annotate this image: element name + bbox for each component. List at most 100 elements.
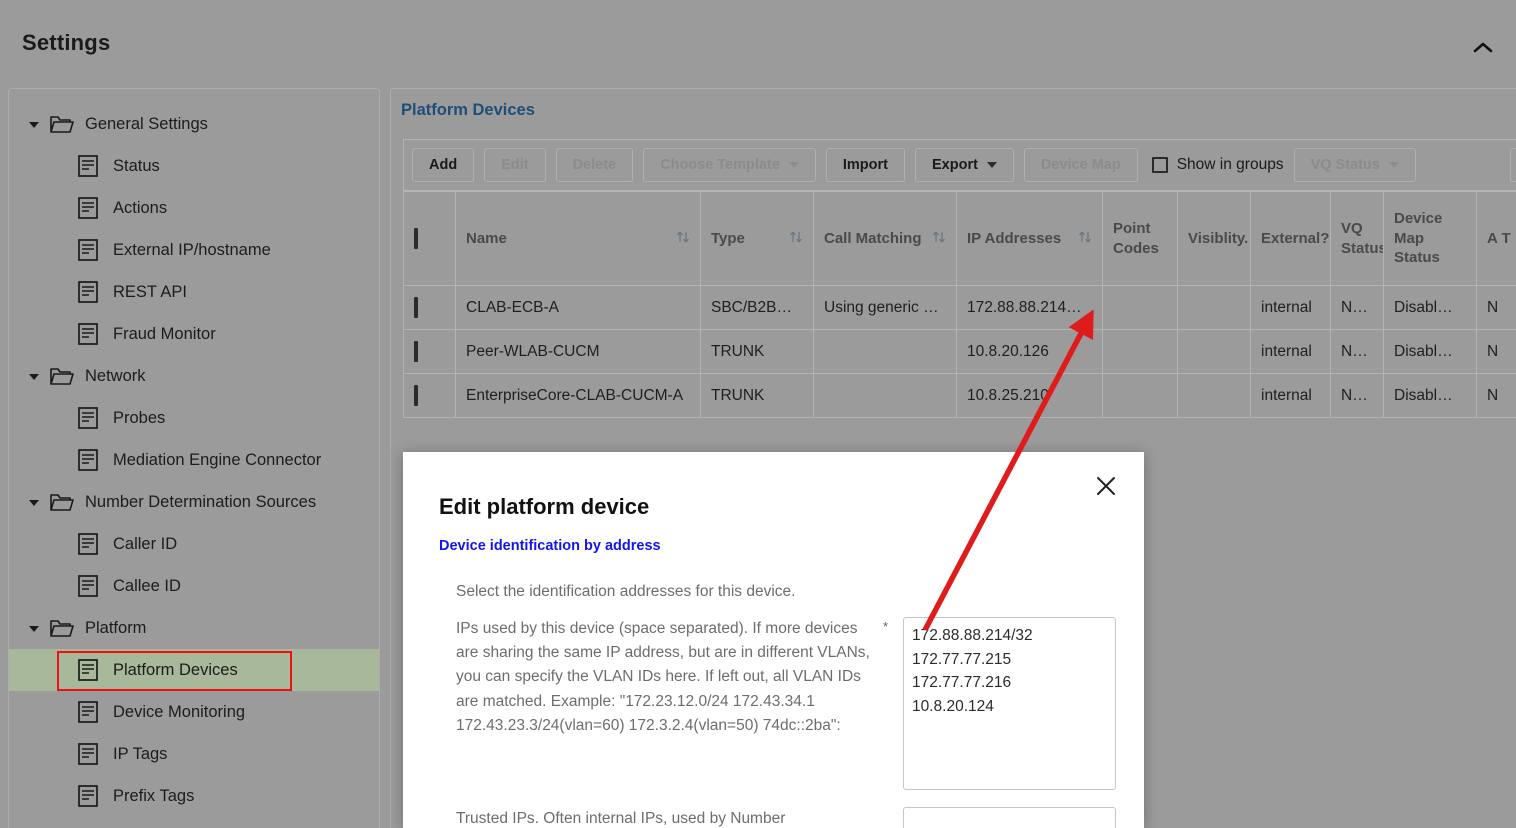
column-label: Call Matching — [824, 229, 922, 247]
sidebar-item-device-monitoring[interactable]: Device Monitoring — [9, 691, 379, 733]
edit-button[interactable]: Edit — [484, 148, 546, 182]
column-header-visiblity[interactable]: Visiblity. — [1177, 191, 1251, 286]
sidebar-item-prefix-tags[interactable]: Prefix Tags — [9, 775, 379, 817]
folder-icon — [49, 491, 75, 513]
trusted-ips-textarea[interactable] — [903, 807, 1116, 828]
folder-icon — [49, 113, 75, 135]
platform-devices-table: Name Type Call Matching IP Addresses Poi… — [403, 191, 1516, 418]
sidebar-item-ip-tags[interactable]: IP Tags — [9, 733, 379, 775]
checkbox-box-icon[interactable] — [414, 384, 418, 406]
sort-icon[interactable] — [932, 229, 946, 249]
device-map-button[interactable]: Device Map — [1023, 148, 1138, 182]
column-header-type[interactable]: Type — [700, 191, 814, 286]
sidebar-item-probes[interactable]: Probes — [9, 397, 379, 439]
sidebar-item-callee-id[interactable]: Callee ID — [9, 565, 379, 607]
document-icon — [77, 700, 99, 724]
column-label: Visiblity. — [1188, 229, 1249, 247]
caret-down-icon[interactable] — [25, 367, 43, 385]
row-checkbox-cell[interactable] — [403, 329, 456, 374]
chevron-up-icon[interactable] — [1470, 38, 1496, 58]
trusted-ips-field-row: Trusted IPs. Often internal IPs, used by… — [456, 807, 1116, 828]
sidebar-group-platform[interactable]: Platform — [9, 607, 379, 649]
cell-name: Peer-WLAB-CUCM — [455, 329, 701, 374]
cell-vq-status: No VQ — [1330, 373, 1384, 418]
column-header-ip-addresses[interactable]: IP Addresses — [956, 191, 1103, 286]
sidebar-item-label: Number Determination Sources — [85, 492, 317, 511]
column-header-external[interactable]: External? — [1250, 191, 1331, 286]
column-header-call-matching[interactable]: Call Matching — [813, 191, 957, 286]
table-row[interactable]: CLAB-ECB-A SBC/B2B… Using generic … 172.… — [403, 285, 1516, 330]
panel-title: Platform Devices — [401, 101, 535, 119]
ips-field-description: IPs used by this device (space separated… — [456, 620, 870, 734]
cell-clipped: N — [1476, 373, 1516, 418]
sidebar-item-platform-devices[interactable]: Platform Devices — [9, 649, 379, 691]
cell-name: EnterpriseCore-CLAB-CUCM-A — [455, 373, 701, 418]
sidebar-item-label: Status — [113, 156, 160, 175]
page-title: Settings — [22, 30, 111, 55]
table-header-row: Name Type Call Matching IP Addresses Poi… — [403, 191, 1516, 286]
sidebar-item-mediation-engine-connector[interactable]: Mediation Engine Connector — [9, 439, 379, 481]
document-icon — [77, 742, 99, 766]
select-all-header[interactable] — [403, 191, 456, 286]
sort-icon[interactable] — [676, 229, 690, 249]
settings-page: Settings General Settings Status Actions… — [0, 0, 1516, 828]
trusted-ips-field-description: Trusted IPs. Often internal IPs, used by… — [456, 810, 786, 827]
sort-icon[interactable] — [1078, 229, 1092, 249]
checkbox-box-icon[interactable] — [414, 340, 418, 362]
ips-textarea[interactable] — [903, 617, 1116, 790]
cell-vq-status: No VQ — [1330, 329, 1384, 374]
column-label: Point Codes — [1113, 219, 1159, 257]
sidebar-item-label: Prefix Tags — [113, 786, 195, 805]
row-checkbox-cell[interactable] — [403, 373, 456, 418]
column-header-name[interactable]: Name — [455, 191, 701, 286]
column-header-vq-status[interactable]: VQ Status — [1330, 191, 1384, 286]
show-in-groups-label: Show in groups — [1176, 156, 1284, 173]
add-button[interactable]: Add — [412, 148, 475, 182]
sidebar-item-caller-id[interactable]: Caller ID — [9, 523, 379, 565]
column-label: Name — [466, 229, 507, 247]
caret-down-icon[interactable] — [25, 115, 43, 133]
vq-status-dropdown[interactable]: VQ Status — [1293, 148, 1416, 182]
device-identification-link[interactable]: Device identification by address — [439, 538, 661, 554]
column-header-point-codes[interactable]: Point Codes — [1102, 191, 1178, 286]
cell-external: internal — [1250, 285, 1331, 330]
cell-point-codes — [1102, 329, 1178, 374]
row-checkbox-cell[interactable] — [403, 285, 456, 330]
sort-icon[interactable] — [789, 229, 803, 249]
checkbox-box-icon[interactable] — [414, 228, 418, 249]
sidebar-group-number-determination-sources[interactable]: Number Determination Sources — [9, 481, 379, 523]
column-header-device-map-status[interactable]: Device Map Status — [1383, 191, 1477, 286]
import-button[interactable]: Import — [825, 148, 905, 182]
toolbar-overflow-button[interactable] — [1504, 139, 1516, 191]
sidebar-item-status[interactable]: Status — [9, 145, 379, 187]
table-toolbar: Add Edit Delete Choose Template Import E… — [403, 139, 1516, 191]
cell-ip-addresses: 10.8.20.126 — [956, 329, 1103, 374]
table-row[interactable]: Peer-WLAB-CUCM TRUNK 10.8.20.126 interna… — [403, 329, 1516, 374]
export-dropdown[interactable]: Export — [915, 148, 1014, 182]
delete-button[interactable]: Delete — [555, 148, 634, 182]
column-header-clipped[interactable]: A T — [1476, 191, 1516, 286]
checkbox-box-icon[interactable] — [414, 296, 418, 318]
chevron-down-icon — [788, 162, 799, 168]
sidebar-group-network[interactable]: Network — [9, 355, 379, 397]
sidebar-item-rest-api[interactable]: REST API — [9, 271, 379, 313]
sidebar-item-label: Probes — [113, 408, 166, 427]
sidebar-group-general-settings[interactable]: General Settings — [9, 103, 379, 145]
document-icon — [77, 238, 99, 262]
sidebar-item-actions[interactable]: Actions — [9, 187, 379, 229]
choose-template-dropdown[interactable]: Choose Template — [643, 148, 816, 182]
sidebar-item-fraud-monitor[interactable]: Fraud Monitor — [9, 313, 379, 355]
cell-point-codes — [1102, 285, 1178, 330]
show-in-groups-checkbox[interactable]: Show in groups — [1151, 156, 1284, 174]
column-label: VQ Status — [1341, 219, 1384, 257]
caret-down-icon[interactable] — [25, 493, 43, 511]
sidebar-item-external-ip-hostname[interactable]: External IP/hostname — [9, 229, 379, 271]
close-icon[interactable] — [1092, 472, 1120, 500]
sidebar-item-label: Platform Devices — [113, 660, 238, 679]
caret-down-icon[interactable] — [25, 619, 43, 637]
table-row[interactable]: EnterpriseCore-CLAB-CUCM-A TRUNK 10.8.25… — [403, 373, 1516, 418]
folder-icon — [49, 365, 75, 387]
sidebar-item-label: Actions — [113, 198, 168, 217]
sidebar-group-realms[interactable]: Realms — [9, 817, 379, 828]
document-icon — [77, 196, 99, 220]
